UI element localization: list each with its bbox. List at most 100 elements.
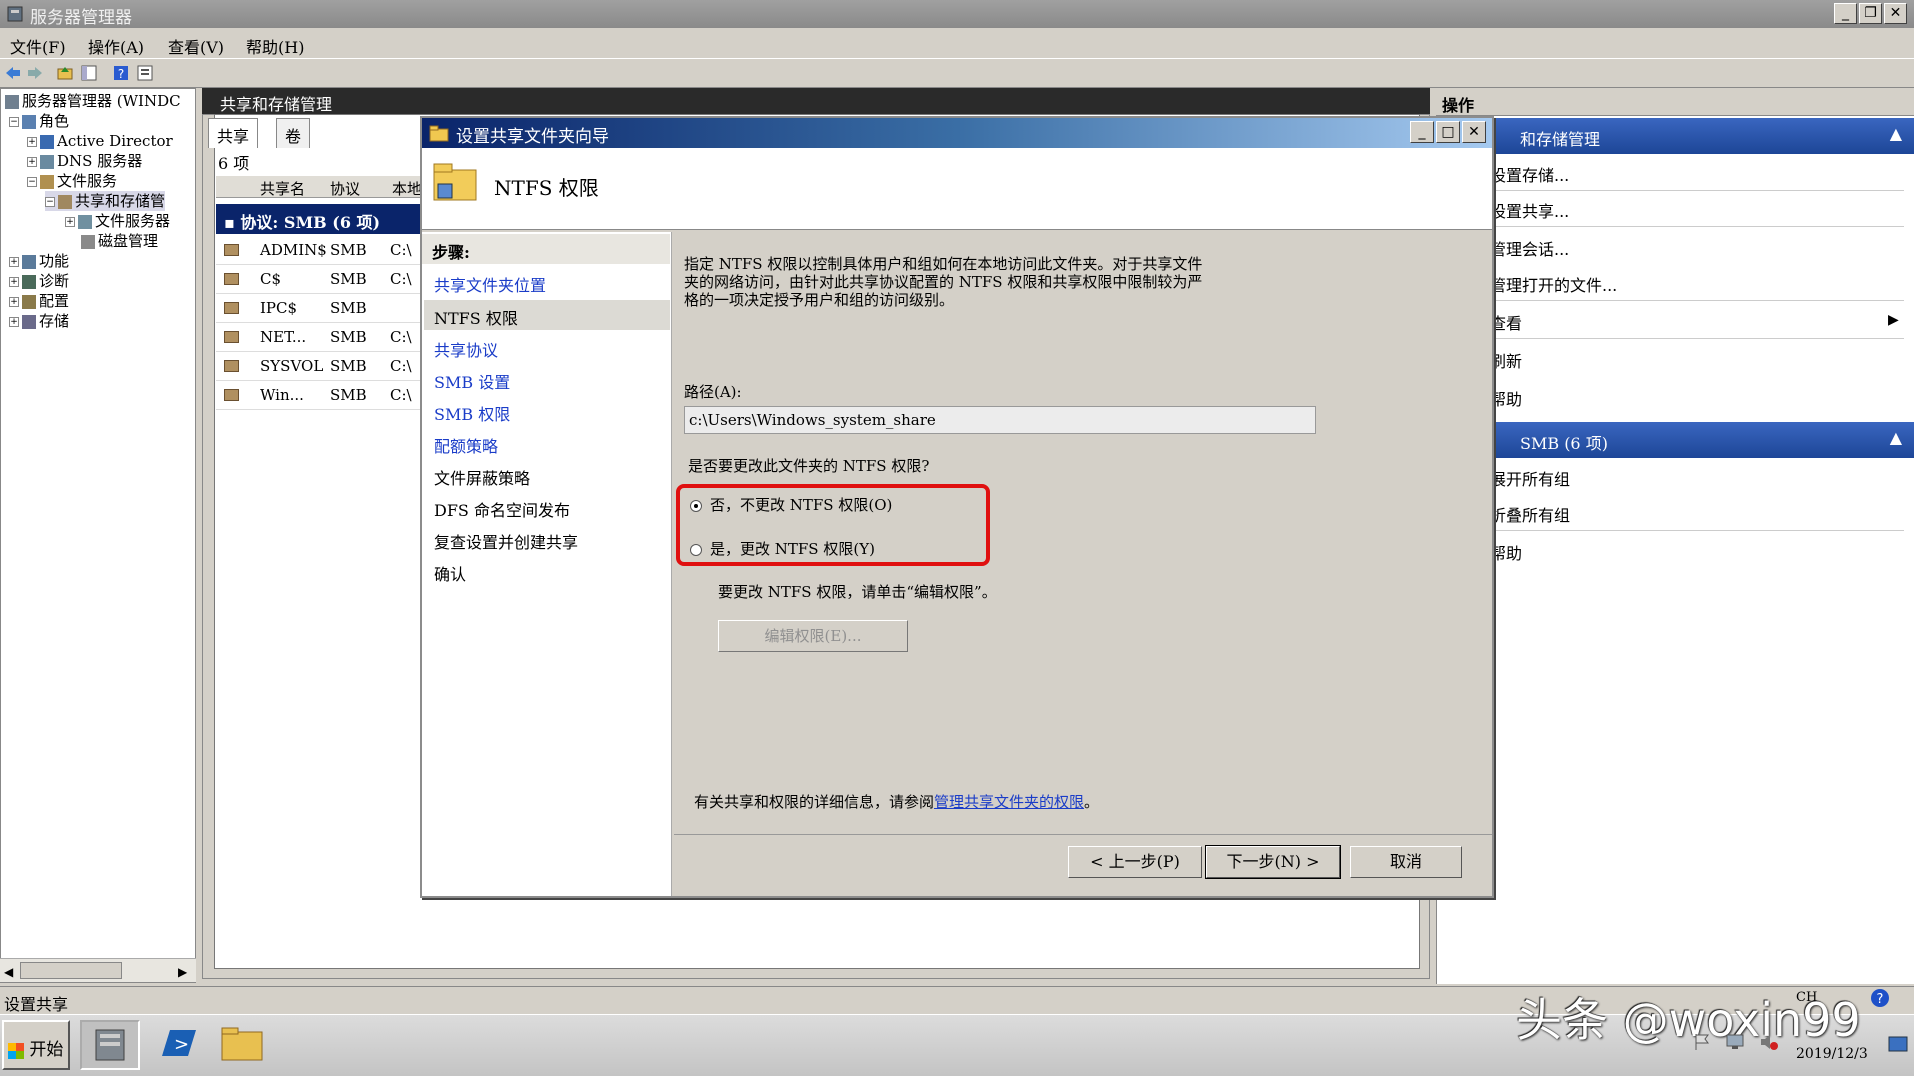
- tab-shares[interactable]: 共享: [208, 118, 259, 148]
- dialog-maximize-button[interactable]: □: [1436, 121, 1460, 143]
- help-icon[interactable]: ?: [112, 64, 130, 82]
- table-row[interactable]: Win... SMB C:\: [216, 381, 422, 410]
- show-desktop-icon[interactable]: [1888, 1036, 1908, 1054]
- taskbar-explorer[interactable]: [214, 1020, 274, 1070]
- table-row[interactable]: C$ SMB C:\: [216, 265, 422, 294]
- collapse-icon[interactable]: −: [45, 197, 55, 207]
- submenu-arrow-icon[interactable]: ▶: [1888, 312, 1899, 328]
- tree-item-ad[interactable]: + Active Director: [27, 131, 173, 151]
- tree-item-diagnostics[interactable]: + 诊断: [9, 271, 69, 291]
- radio-change[interactable]: [690, 544, 702, 556]
- expand-icon[interactable]: +: [9, 317, 19, 327]
- action-help-smb[interactable]: 帮助: [1490, 540, 1522, 564]
- dialog-minimize-button[interactable]: _: [1410, 121, 1434, 143]
- tree-item-features[interactable]: + 功能: [9, 251, 69, 271]
- tree-item-storage[interactable]: + 存储: [9, 311, 69, 331]
- action-manage-open-files[interactable]: 管理打开的文件...: [1490, 272, 1617, 296]
- volume-tray-icon[interactable]: [1758, 1032, 1780, 1052]
- taskbar-server-manager[interactable]: [80, 1020, 140, 1070]
- expand-icon[interactable]: +: [27, 157, 37, 167]
- action-refresh[interactable]: 刷新: [1490, 348, 1522, 372]
- tree-item-dns[interactable]: + DNS 服务器: [27, 151, 142, 171]
- share-folder-icon: [429, 125, 449, 142]
- collapse-up-icon[interactable]: ▲: [1890, 428, 1902, 447]
- edit-permissions-button[interactable]: 编辑权限(E)...: [718, 620, 908, 652]
- scroll-left-icon[interactable]: ◀: [4, 965, 13, 979]
- tree-horizontal-scrollbar[interactable]: ◀ ▶: [0, 958, 196, 982]
- path-field[interactable]: [684, 406, 1316, 434]
- table-row[interactable]: SYSVOL SMB C:\: [216, 352, 422, 381]
- tab-volumes[interactable]: 卷: [276, 118, 311, 148]
- menu-view[interactable]: 查看(V): [168, 34, 224, 58]
- tray-language[interactable]: CH: [1796, 990, 1817, 1005]
- tree-item-disk-management[interactable]: 磁盘管理: [81, 231, 158, 251]
- dialog-close-button[interactable]: ✕: [1462, 121, 1486, 143]
- help-tray-icon[interactable]: ?: [1870, 988, 1890, 1008]
- tray-date[interactable]: 2019/12/3: [1796, 1046, 1868, 1062]
- col-protocol[interactable]: 协议: [330, 178, 360, 199]
- back-button[interactable]: < 上一步(P): [1068, 846, 1202, 878]
- table-row[interactable]: IPC$ SMB: [216, 294, 422, 323]
- cancel-button[interactable]: 取消: [1350, 846, 1462, 878]
- actions-section-smb[interactable]: SMB (6 项) ▲: [1436, 422, 1914, 458]
- collapse-group-icon[interactable]: ▪: [224, 213, 240, 232]
- navigation-tree: 服务器管理器 (WINDC − 角色 + Active Director + DNS …: [0, 88, 196, 983]
- expand-icon[interactable]: +: [65, 217, 75, 227]
- restore-button[interactable]: ❐: [1859, 3, 1882, 24]
- step-quota-policy[interactable]: 配额策略: [434, 433, 498, 457]
- share-storage-icon: [58, 195, 72, 209]
- taskbar-powershell[interactable]: >: [150, 1020, 210, 1070]
- menu-action[interactable]: 操作(A): [88, 34, 144, 58]
- col-share-name[interactable]: 共享名: [260, 178, 305, 199]
- step-smb-permissions[interactable]: SMB 权限: [434, 401, 510, 425]
- menu-help[interactable]: 帮助(H): [246, 34, 304, 58]
- step-folder-location[interactable]: 共享文件夹位置: [434, 272, 546, 296]
- show-hide-tree-icon[interactable]: [80, 64, 98, 82]
- actions-section-storage[interactable]: 和存储管理 ▲: [1436, 118, 1914, 154]
- close-button[interactable]: ✕: [1884, 3, 1907, 24]
- radio-change-label[interactable]: 是，更改 NTFS 权限(Y): [710, 539, 875, 559]
- col-local-path[interactable]: 本地: [392, 178, 422, 199]
- action-provision-storage[interactable]: 设置存储...: [1490, 162, 1569, 186]
- expand-icon[interactable]: +: [9, 277, 19, 287]
- permissions-help-link[interactable]: 管理共享文件夹的权限: [934, 793, 1084, 811]
- action-view[interactable]: 查看: [1490, 310, 1522, 334]
- expand-icon[interactable]: +: [27, 137, 37, 147]
- back-arrow-icon[interactable]: [4, 64, 22, 82]
- tree-item-file-services[interactable]: − 文件服务: [27, 171, 117, 191]
- start-button[interactable]: 开始: [2, 1020, 70, 1070]
- radio-no-change-label[interactable]: 否，不更改 NTFS 权限(O): [710, 495, 892, 515]
- forward-arrow-icon[interactable]: [26, 64, 44, 82]
- flag-tray-icon[interactable]: [1692, 1032, 1712, 1052]
- collapse-icon[interactable]: −: [27, 177, 37, 187]
- step-smb-settings[interactable]: SMB 设置: [434, 369, 510, 393]
- scroll-thumb[interactable]: [20, 962, 122, 979]
- action-expand-all[interactable]: 展开所有组: [1490, 466, 1570, 490]
- collapse-up-icon[interactable]: ▲: [1890, 124, 1902, 143]
- tree-item-roles[interactable]: − 角色: [9, 111, 69, 131]
- scroll-right-icon[interactable]: ▶: [178, 965, 187, 979]
- step-share-protocols[interactable]: 共享协议: [434, 337, 498, 361]
- next-button[interactable]: 下一步(N) >: [1205, 845, 1341, 879]
- menu-file[interactable]: 文件(F): [10, 34, 66, 58]
- properties-icon[interactable]: [136, 64, 154, 82]
- tree-item-config[interactable]: + 配置: [9, 291, 69, 311]
- expand-icon[interactable]: +: [9, 297, 19, 307]
- group-header-smb[interactable]: ▪ 协议: SMB (6 项): [216, 204, 422, 234]
- action-manage-sessions[interactable]: 管理会话...: [1490, 236, 1569, 260]
- tree-item-file-server[interactable]: + 文件服务器: [65, 211, 170, 231]
- collapse-icon[interactable]: −: [9, 117, 19, 127]
- tree-item-share-storage[interactable]: − 共享和存储管: [45, 191, 166, 211]
- minimize-button[interactable]: _: [1834, 3, 1857, 24]
- up-folder-icon[interactable]: [56, 64, 74, 82]
- action-provision-share[interactable]: 设置共享...: [1490, 198, 1569, 222]
- table-row[interactable]: NET... SMB C:\: [216, 323, 422, 352]
- table-row[interactable]: ADMIN$ SMB C:\: [216, 236, 422, 265]
- network-tray-icon[interactable]: [1724, 1032, 1746, 1052]
- expand-icon[interactable]: +: [9, 257, 19, 267]
- tree-item-root[interactable]: 服务器管理器 (WINDC: [5, 91, 181, 111]
- radio-no-change[interactable]: [690, 500, 702, 512]
- action-collapse-all[interactable]: 折叠所有组: [1490, 502, 1570, 526]
- action-help[interactable]: 帮助: [1490, 386, 1522, 410]
- file-server-icon: [78, 215, 92, 229]
